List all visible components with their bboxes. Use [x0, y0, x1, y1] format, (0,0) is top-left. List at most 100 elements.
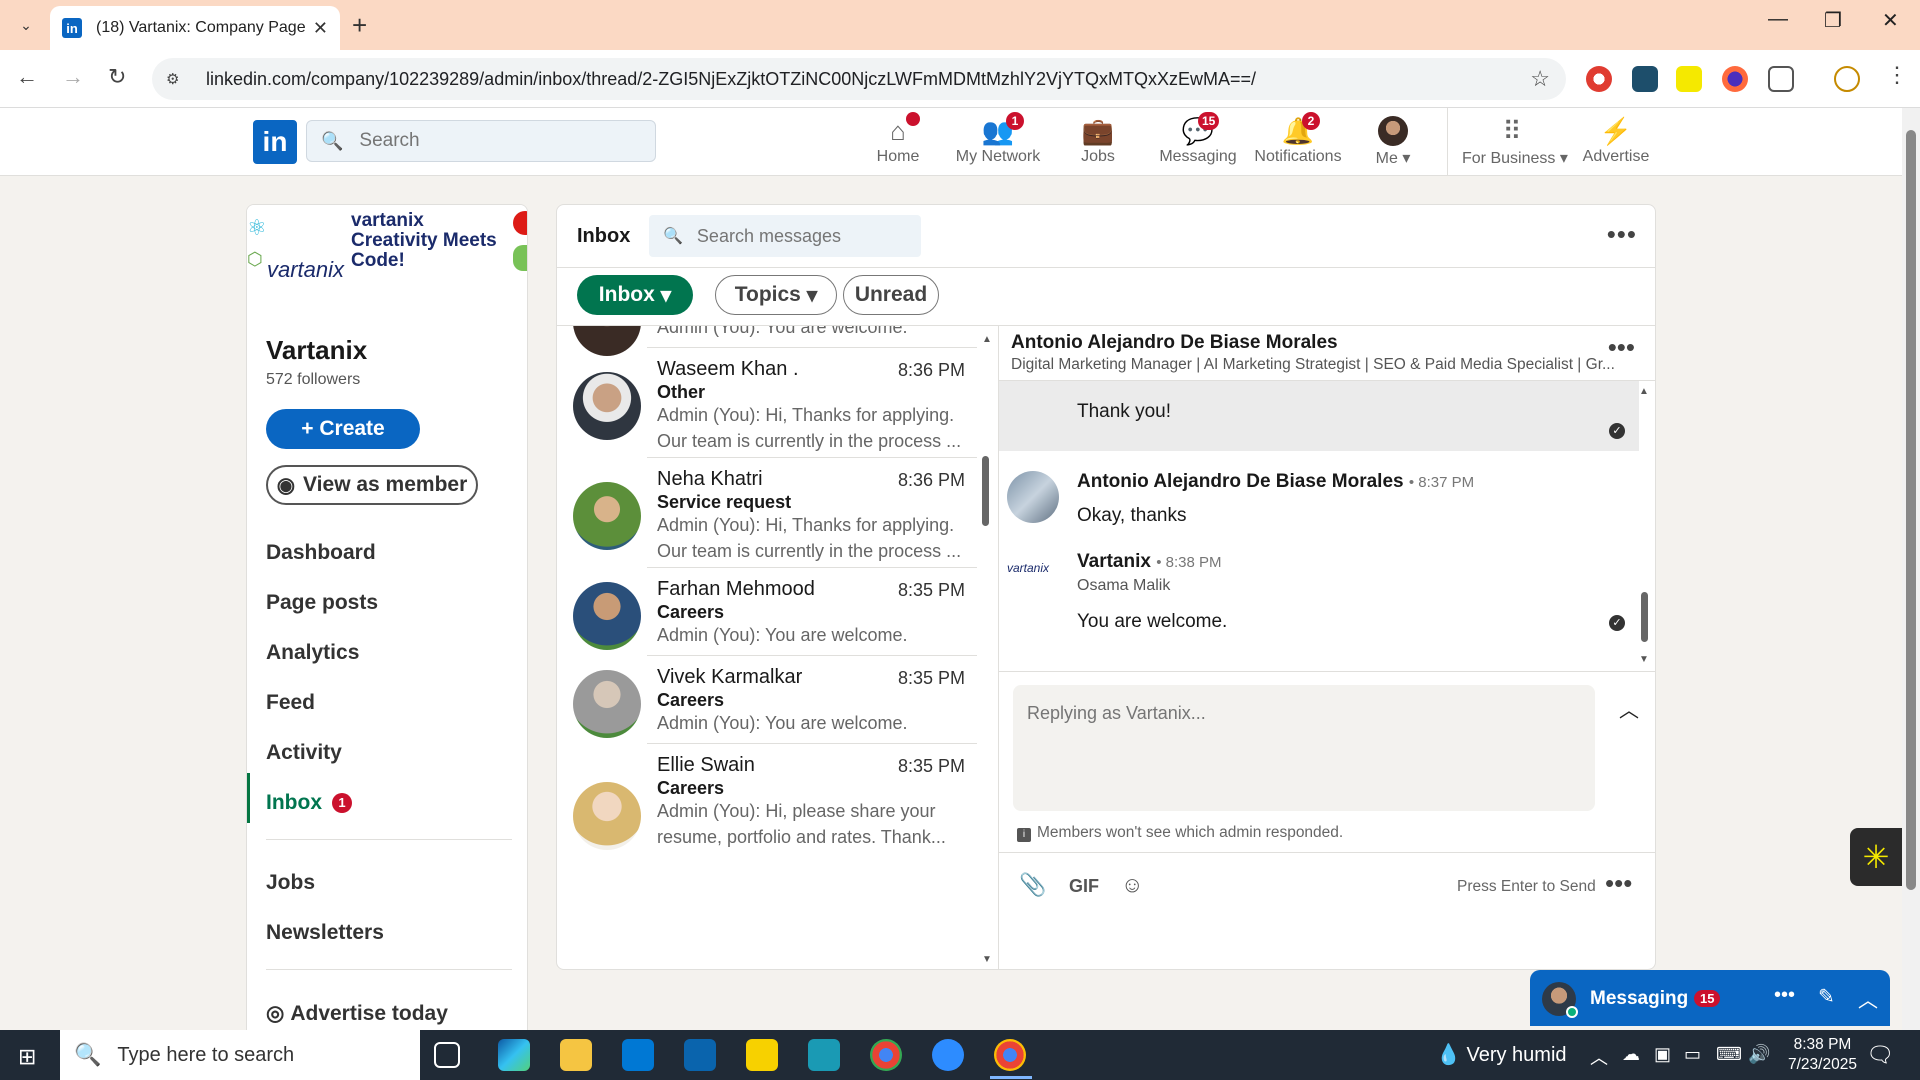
- more-icon[interactable]: •••: [1774, 984, 1795, 1007]
- close-window-button[interactable]: ✕: [1882, 8, 1899, 33]
- list-item[interactable]: Ellie Swain 8:35 PM Careers Admin (You):…: [557, 744, 977, 854]
- attach-icon[interactable]: 📎: [1019, 872, 1046, 898]
- nav-messaging[interactable]: 💬 15 Messaging: [1148, 112, 1248, 172]
- weather-widget[interactable]: 💧 Very humid: [1436, 1042, 1567, 1067]
- global-search-input[interactable]: [359, 130, 640, 152]
- extension-star-icon[interactable]: [1676, 66, 1702, 92]
- sticky-notes-icon[interactable]: [746, 1039, 778, 1071]
- profile-icon[interactable]: [1834, 66, 1860, 92]
- address-bar[interactable]: ⚙ linkedin.com/company/102239289/admin/i…: [152, 58, 1566, 100]
- minimize-button[interactable]: —: [1768, 8, 1788, 31]
- compose-icon[interactable]: ✎: [1818, 984, 1835, 1009]
- conversation-snippet: Admin (You): You are welcome.: [657, 713, 908, 733]
- nav-advertise[interactable]: ⚡ Advertise: [1566, 116, 1666, 172]
- floating-widget-icon[interactable]: ✳: [1850, 828, 1902, 886]
- page-scrollbar-thumb[interactable]: [1906, 130, 1916, 890]
- windows-start-icon[interactable]: ⊞: [18, 1044, 36, 1070]
- store-icon[interactable]: [622, 1039, 654, 1071]
- chrome-icon[interactable]: [870, 1039, 902, 1071]
- thread-contact-name[interactable]: Antonio Alejandro De Biase Morales: [1011, 332, 1338, 354]
- droplet-icon: 💧: [1436, 1044, 1461, 1066]
- sidebar-item-page-posts[interactable]: Page posts: [266, 591, 378, 615]
- sidebar-item-activity[interactable]: Activity: [266, 741, 342, 765]
- sidebar-item-feed[interactable]: Feed: [266, 691, 315, 715]
- gif-button[interactable]: GIF: [1069, 876, 1099, 897]
- chevron-up-icon[interactable]: ︿: [1858, 984, 1878, 1013]
- page-scrollbar[interactable]: [1902, 108, 1920, 1030]
- app-diamond-icon[interactable]: [808, 1039, 840, 1071]
- edge-icon[interactable]: [498, 1039, 530, 1071]
- notification-center-icon[interactable]: 🗨: [1866, 1042, 1894, 1068]
- thread-more-icon[interactable]: •••: [1608, 332, 1635, 363]
- scroll-down-icon[interactable]: ▼: [1639, 654, 1649, 665]
- unread-filter-button[interactable]: Unread: [843, 275, 939, 315]
- global-search[interactable]: 🔍: [306, 120, 656, 162]
- reply-input[interactable]: [1013, 685, 1595, 811]
- message-search-input[interactable]: [696, 225, 917, 247]
- conversation-scrollbar[interactable]: [982, 456, 989, 526]
- list-item[interactable]: Neha Khatri 8:36 PM Service request Admi…: [557, 458, 977, 568]
- chevron-up-icon[interactable]: ︿: [1619, 694, 1639, 723]
- list-item[interactable]: Waseem Khan . 8:36 PM Other Admin (You):…: [557, 348, 977, 458]
- nav-home[interactable]: ⌂ Home: [848, 112, 948, 172]
- conversation-time: 8:35 PM: [897, 580, 965, 600]
- forward-button[interactable]: →: [62, 64, 84, 90]
- extension-circle-icon[interactable]: [1722, 66, 1748, 92]
- sidebar-item-inbox[interactable]: Inbox 1: [266, 791, 352, 815]
- task-view-icon[interactable]: [434, 1042, 460, 1068]
- reply-box[interactable]: [1013, 685, 1595, 811]
- create-button[interactable]: + Create: [266, 409, 420, 449]
- scroll-up-icon[interactable]: ▲: [982, 334, 992, 345]
- nav-my-network[interactable]: 👥 1 My Network: [948, 112, 1048, 172]
- messaging-dock[interactable]: Messaging 15 ••• ✎ ︿: [1530, 970, 1890, 1026]
- bookmark-star-icon[interactable]: ☆: [1530, 66, 1550, 92]
- sidebar-item-analytics[interactable]: Analytics: [266, 641, 359, 665]
- nav-for-business[interactable]: ⠿ For Business ▾: [1462, 116, 1568, 172]
- tray-chevron-icon[interactable]: ︿: [1590, 1044, 1608, 1070]
- sidebar-item-newsletters[interactable]: Newsletters: [266, 921, 384, 945]
- taskbar-clock[interactable]: 8:38 PM 7/23/2025: [1788, 1035, 1857, 1075]
- inbox-filter-button[interactable]: Inbox ▾: [577, 275, 693, 315]
- file-explorer-icon[interactable]: [560, 1039, 592, 1071]
- chrome-active-icon[interactable]: [994, 1039, 1026, 1071]
- browser-tab[interactable]: in (18) Vartanix: Company Page Ac ✕: [50, 6, 340, 50]
- topics-filter-button[interactable]: Topics ▾: [715, 275, 837, 315]
- message-search[interactable]: 🔍: [649, 215, 921, 257]
- scroll-down-icon[interactable]: ▼: [982, 954, 992, 965]
- view-as-member-button[interactable]: ◉ View as member: [266, 465, 478, 505]
- tab-search-button[interactable]: ⌄: [8, 8, 44, 42]
- emoji-icon[interactable]: ☺: [1121, 872, 1143, 898]
- list-item[interactable]: Admin (You): You are welcome.: [557, 326, 977, 356]
- conversation-topic: Service request: [657, 492, 792, 512]
- new-tab-button[interactable]: +: [352, 10, 367, 41]
- sidebar-item-jobs[interactable]: Jobs: [266, 871, 315, 895]
- sidebar-item-advertise-today[interactable]: ◎ Advertise today: [266, 1001, 448, 1026]
- nav-me[interactable]: Me ▾: [1348, 116, 1438, 172]
- thread-scrollbar[interactable]: [1641, 592, 1648, 642]
- onedrive-icon[interactable]: ☁: [1622, 1044, 1640, 1065]
- conversation-time: 8:35 PM: [897, 756, 965, 776]
- sidebar-item-dashboard[interactable]: Dashboard: [266, 541, 376, 565]
- back-button[interactable]: ←: [16, 64, 38, 90]
- battery-icon[interactable]: ▭: [1684, 1044, 1701, 1065]
- extension-pokeball-icon[interactable]: [1586, 66, 1612, 92]
- taskbar-search[interactable]: 🔍 Type here to search: [60, 1030, 420, 1080]
- zoom-icon[interactable]: [932, 1039, 964, 1071]
- tray-app-icon[interactable]: ▣: [1654, 1044, 1671, 1065]
- nav-notifications[interactable]: 🔔 2 Notifications: [1248, 112, 1348, 172]
- site-info-icon[interactable]: ⚙: [166, 70, 188, 88]
- scroll-up-icon[interactable]: ▲: [1639, 386, 1649, 397]
- more-options-icon[interactable]: •••: [1607, 219, 1637, 250]
- network-icon[interactable]: ⌨: [1716, 1044, 1742, 1065]
- linkedin-logo-icon[interactable]: in: [253, 120, 297, 164]
- mail-icon[interactable]: [684, 1039, 716, 1071]
- extension-card-icon[interactable]: [1632, 66, 1658, 92]
- tab-close-icon[interactable]: ✕: [313, 18, 328, 39]
- volume-icon[interactable]: 🔊: [1748, 1044, 1770, 1065]
- restore-button[interactable]: ❐: [1824, 8, 1842, 33]
- browser-menu-icon[interactable]: ⋮: [1886, 62, 1908, 88]
- nav-jobs[interactable]: 💼 Jobs: [1048, 116, 1148, 172]
- extensions-puzzle-icon[interactable]: [1768, 66, 1794, 92]
- reload-button[interactable]: ↻: [108, 64, 126, 90]
- send-options-icon[interactable]: •••: [1605, 868, 1632, 899]
